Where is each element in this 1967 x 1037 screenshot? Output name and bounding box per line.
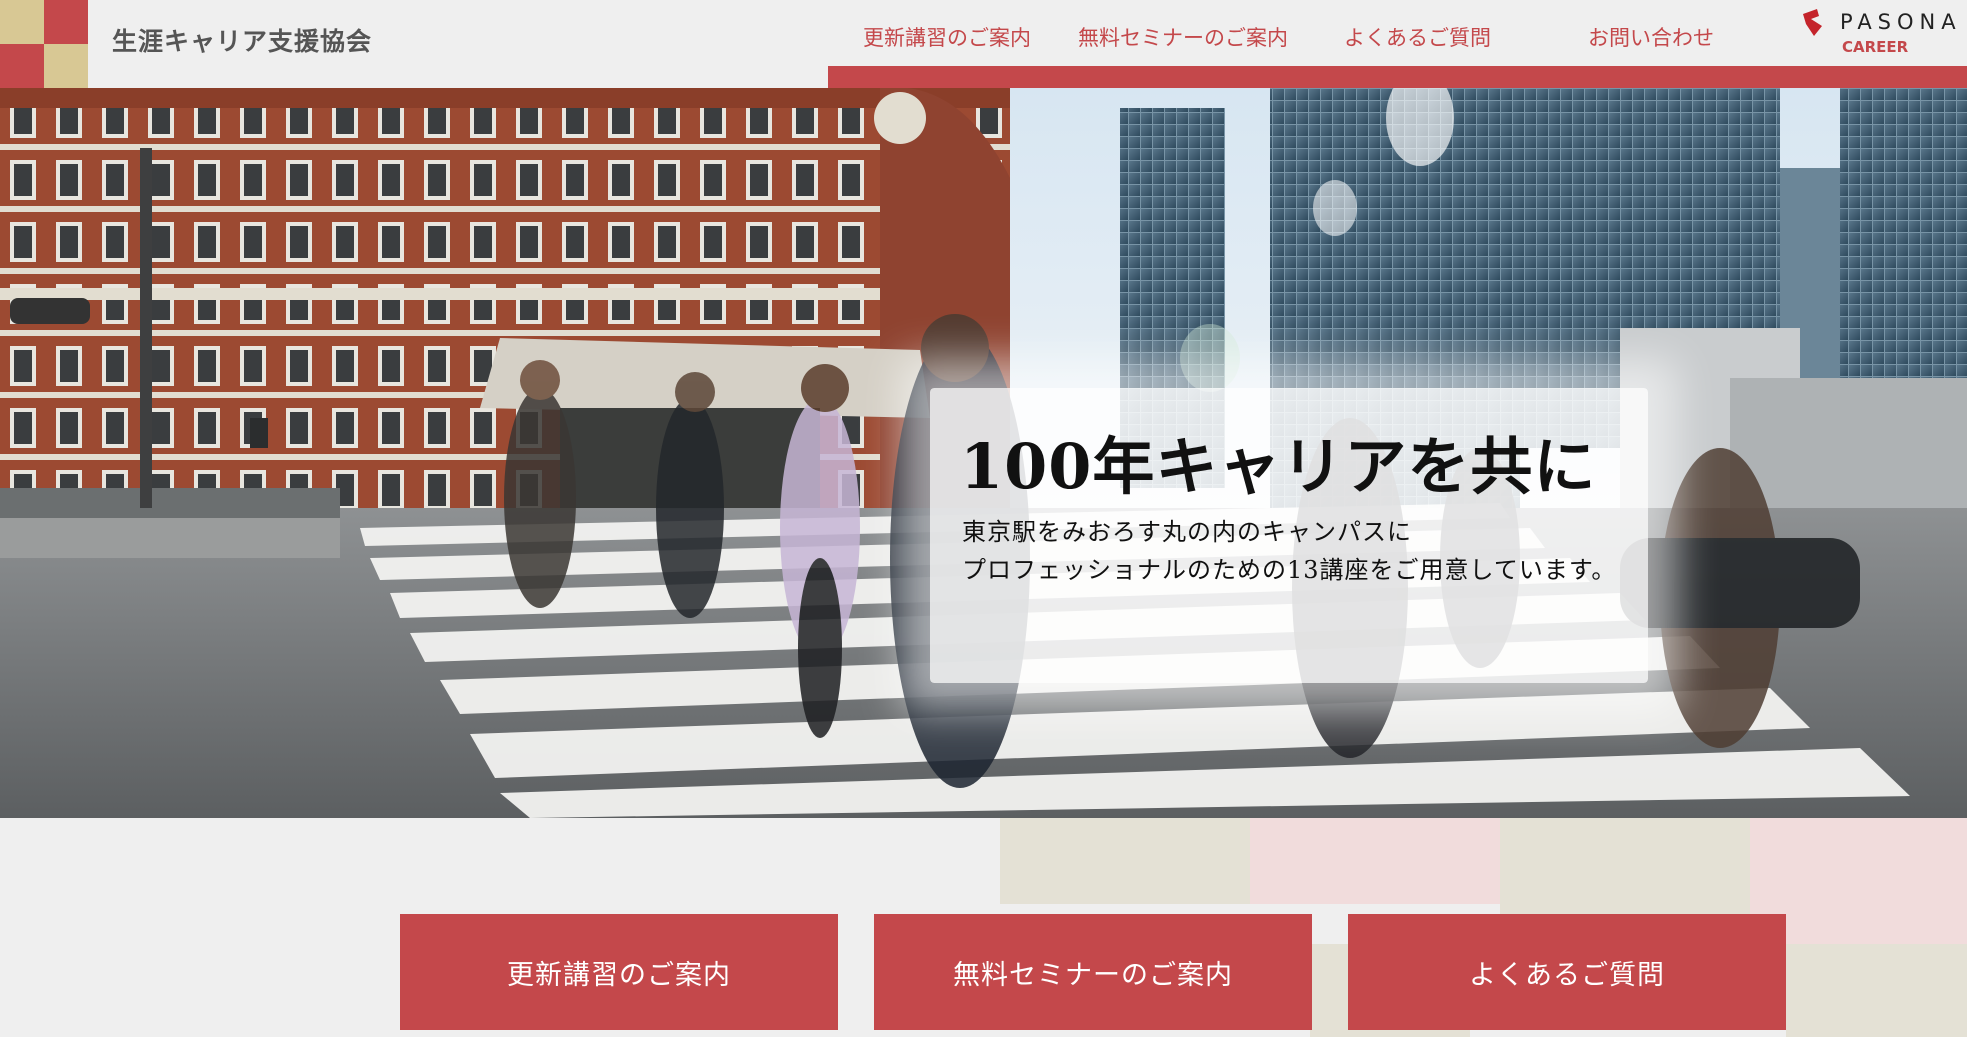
site-logo[interactable] bbox=[0, 0, 88, 88]
cta-renewal-course-button[interactable]: 更新講習のご案内 bbox=[400, 914, 838, 1030]
site-name[interactable]: 生涯キャリア支援協会 bbox=[112, 22, 372, 58]
hero-title: 100年キャリアを共に bbox=[960, 430, 1597, 503]
brand-name: PASONA bbox=[1840, 10, 1962, 34]
logo-square-gold bbox=[44, 44, 88, 88]
hero-text-panel: 100年キャリアを共に 東京駅をみおろす丸の内のキャンパスに プロフェッショナル… bbox=[930, 388, 1648, 683]
hero-banner: 100年キャリアを共に 東京駅をみおろす丸の内のキャンパスに プロフェッショナル… bbox=[0, 88, 1967, 818]
decor-block-beige bbox=[1786, 944, 1967, 1037]
hero-subtitle-line-1: 東京駅をみおろす丸の内のキャンパスに bbox=[962, 518, 1412, 546]
decor-block-pink bbox=[1250, 818, 1500, 904]
logo-square-red bbox=[44, 0, 88, 44]
pasona-mark-icon bbox=[1803, 9, 1822, 36]
hero-subtitle-line-2: プロフェッショナルのための13講座をご用意しています。 bbox=[962, 556, 1617, 584]
cta-free-seminar-button[interactable]: 無料セミナーのご案内 bbox=[874, 914, 1312, 1030]
cta-faq-button[interactable]: よくあるご質問 bbox=[1348, 914, 1786, 1030]
pasona-career-logo[interactable]: PASONA CAREER bbox=[1800, 6, 1967, 62]
brand-sub: CAREER bbox=[1842, 38, 1909, 56]
logo-square-gold bbox=[0, 0, 44, 44]
nav-item-renewal-course[interactable]: 更新講習のご案内 bbox=[863, 22, 1031, 52]
logo-square-red bbox=[0, 44, 44, 88]
nav-accent-bar bbox=[828, 66, 1967, 88]
nav-item-free-seminar[interactable]: 無料セミナーのご案内 bbox=[1078, 22, 1288, 52]
nav-item-contact[interactable]: お問い合わせ bbox=[1588, 22, 1714, 52]
main-nav: 更新講習のご案内 無料セミナーのご案内 よくあるご質問 お問い合わせ bbox=[828, 0, 1967, 88]
nav-item-faq[interactable]: よくあるご質問 bbox=[1344, 22, 1491, 52]
decor-block-beige bbox=[1000, 818, 1250, 904]
